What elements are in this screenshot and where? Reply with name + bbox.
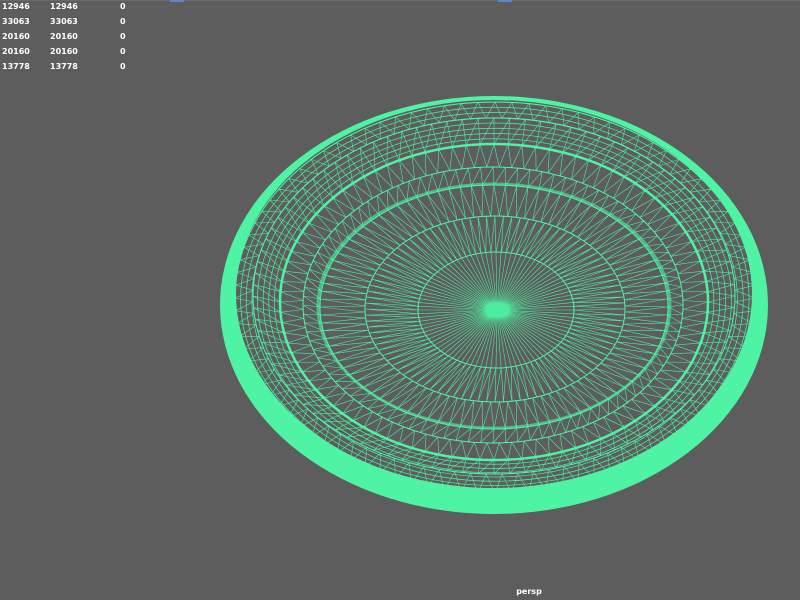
camera-name-label: persp: [516, 587, 542, 596]
perspective-viewport[interactable]: 12946 12946 0 33063 33063 0 20160 20160 …: [0, 0, 800, 600]
plate-wireframe[interactable]: [0, 0, 800, 600]
plate-mesh[interactable]: [220, 96, 768, 514]
